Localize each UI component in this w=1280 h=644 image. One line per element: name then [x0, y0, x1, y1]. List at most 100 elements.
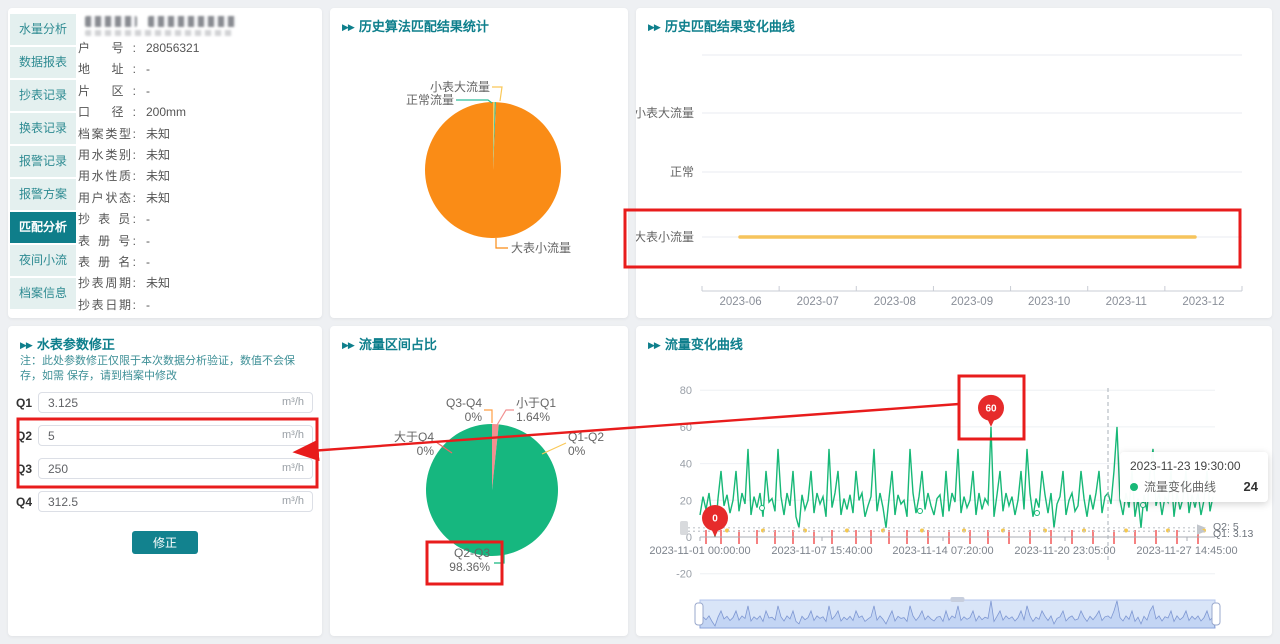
svg-text:2023-12: 2023-12 — [1182, 296, 1224, 308]
profile-row: 抄 表 员:- — [78, 209, 150, 230]
profile-row: 表 册 号:- — [78, 231, 150, 252]
profile-label: 用水性质: — [78, 166, 136, 187]
pie-label-small-meter: 小表大流量 — [430, 80, 490, 94]
panel-title-flow-curve: 流量变化曲线 — [648, 334, 743, 353]
profile-value: - — [146, 295, 150, 316]
svg-text:2023-09: 2023-09 — [951, 296, 993, 308]
sidebar-item-7[interactable]: 匹配分析 — [10, 212, 76, 243]
panel-title-text: 流量变化曲线 — [665, 334, 743, 353]
param-label: Q3 — [16, 462, 38, 476]
param-fix-note: 注：此处参数修正仅限于本次数据分析验证，数值不会保存，如需 保存，请到档案中修改 — [20, 354, 316, 384]
sidebar-item-2[interactable]: 数据报表 — [10, 47, 76, 78]
pie-label-q1q2: Q1-Q20% — [568, 430, 604, 458]
param-input-wrap: m³/h — [38, 491, 313, 512]
sidebar-item-1[interactable]: 水量分析 — [10, 14, 76, 45]
pie-label-q2q3: Q2-Q398.36% — [449, 546, 490, 574]
svg-text:20: 20 — [680, 495, 692, 507]
profile-label: 口 径: — [78, 102, 136, 123]
profile-value: 28056321 — [146, 38, 199, 59]
sidebar-item-5[interactable]: 报警记录 — [10, 146, 76, 177]
threshold-label-q1: Q1: 3.13 — [1213, 528, 1253, 540]
profile-row: 片 区:- — [78, 81, 150, 102]
svg-text:80: 80 — [680, 385, 692, 397]
profile-row: 户 号: 28056321 — [78, 38, 199, 59]
sidebar-item-9[interactable]: 档案信息 — [10, 278, 76, 309]
q2-input[interactable] — [39, 426, 312, 445]
sidebar-item-6[interactable]: 报警方案 — [10, 179, 76, 210]
flow-curve-card: 流量变化曲线 806040200-202023-11-01 00:00:0020… — [636, 326, 1272, 636]
param-label: Q1 — [16, 396, 38, 410]
profile-row: 档案类型: 未知 — [78, 124, 170, 145]
param-row-q2: Q2m³/h — [16, 425, 313, 446]
profile-row: 用水类别: 未知 — [78, 145, 170, 166]
svg-text:小表大流量: 小表大流量 — [636, 106, 694, 120]
match-trend-chart[interactable]: 小表大流量正常大表小流量2023-062023-072023-082023-09… — [636, 8, 1272, 318]
profile-value: 未知 — [146, 124, 170, 145]
panel-title-text: 水表参数修正 — [37, 334, 115, 353]
match-trend-card: 历史匹配结果变化曲线 小表大流量正常大表小流量2023-062023-07202… — [636, 8, 1272, 318]
profile-value: 未知 — [146, 273, 170, 294]
profile-label: 地 址: — [78, 59, 136, 80]
chart-tooltip: 2023-11-23 19:30:00 流量变化曲线 24 — [1120, 452, 1268, 502]
param-fix-card: 水表参数修正 注：此处参数修正仅限于本次数据分析验证，数值不会保存，如需 保存，… — [8, 326, 322, 636]
sidebar-item-3[interactable]: 抄表记录 — [10, 80, 76, 111]
param-input-wrap: m³/h — [38, 458, 313, 479]
svg-text:-20: -20 — [676, 569, 692, 581]
sidebar-item-4[interactable]: 换表记录 — [10, 113, 76, 144]
dashboard: 水量分析数据报表抄表记录换表记录报警记录报警方案匹配分析夜间小流档案信息 户 号… — [0, 0, 1280, 644]
profile-label: 抄 表 员: — [78, 209, 136, 230]
profile-value: 未知 — [146, 188, 170, 209]
profile-label: 户 号: — [78, 38, 136, 59]
match-stats-pie-chart[interactable] — [330, 8, 628, 318]
svg-text:60: 60 — [985, 403, 997, 414]
param-row-q4: Q4m³/h — [16, 491, 313, 512]
profile-card: 水量分析数据报表抄表记录换表记录报警记录报警方案匹配分析夜间小流档案信息 户 号… — [8, 8, 322, 318]
profile-value: 未知 — [146, 166, 170, 187]
svg-text:2023-11-14 07:20:00: 2023-11-14 07:20:00 — [892, 545, 993, 557]
param-row-q1: Q1 m³/h — [16, 392, 313, 413]
svg-text:2023-11-07 15:40:00: 2023-11-07 15:40:00 — [771, 545, 872, 557]
double-arrow-icon — [342, 18, 354, 33]
profile-row: 抄表周期:未知 — [78, 273, 170, 294]
double-arrow-icon — [20, 336, 32, 351]
svg-text:2023-08: 2023-08 — [874, 296, 916, 308]
profile-value: 200mm — [146, 102, 186, 123]
pie-label-gtq4: 大于Q40% — [394, 430, 434, 458]
param-unit: m³/h — [282, 393, 304, 412]
profile-label: 用户状态: — [78, 188, 136, 209]
param-row-q3: Q3 m³/h — [16, 458, 313, 479]
profile-row: 表 册 名:- — [78, 252, 150, 273]
q1-input[interactable] — [39, 393, 312, 412]
svg-text:2023-10: 2023-10 — [1028, 296, 1070, 308]
double-arrow-icon — [648, 336, 660, 351]
profile-value: - — [146, 231, 150, 252]
sidebar-item-8[interactable]: 夜间小流 — [10, 245, 76, 276]
flow-ratio-pie-chart[interactable] — [330, 326, 628, 636]
panel-title-param-fix: 水表参数修正 — [20, 334, 115, 353]
redacted-subtext — [85, 30, 233, 36]
double-arrow-icon — [648, 18, 660, 33]
profile-row: 口 径: 200mm — [78, 102, 186, 123]
pie-label-ltq1: 小于Q11.64% — [516, 396, 556, 424]
profile-value: 未知 — [146, 145, 170, 166]
param-unit: m³/h — [282, 492, 304, 511]
profile-label: 片 区: — [78, 81, 136, 102]
svg-text:2023-11-01 00:00:00: 2023-11-01 00:00:00 — [649, 545, 750, 557]
profile-label: 用水类别: — [78, 145, 136, 166]
profile-label: 档案类型: — [78, 124, 136, 145]
svg-text:2023-11-20 23:05:00: 2023-11-20 23:05:00 — [1014, 545, 1115, 557]
redacted-meter-number — [148, 16, 236, 27]
redacted-user-name — [85, 16, 137, 27]
q4-input[interactable] — [39, 492, 312, 511]
double-arrow-icon — [342, 336, 354, 351]
flow-ratio-card: 流量区间占比 Q3-Q40% 小于Q11.64% 大于Q40% Q1-Q20% … — [330, 326, 628, 636]
svg-text:2023-06: 2023-06 — [719, 296, 761, 308]
panel-title-match-trend: 历史匹配结果变化曲线 — [648, 16, 795, 35]
pie-label-big-meter: 大表小流量 — [511, 241, 571, 255]
fix-button[interactable]: 修正 — [132, 531, 198, 554]
param-unit: m³/h — [282, 459, 304, 478]
profile-label: 表 册 号: — [78, 231, 136, 252]
q3-input[interactable] — [39, 459, 312, 478]
param-input-wrap: m³/h — [38, 425, 313, 446]
profile-row: 地 址:- — [78, 59, 150, 80]
